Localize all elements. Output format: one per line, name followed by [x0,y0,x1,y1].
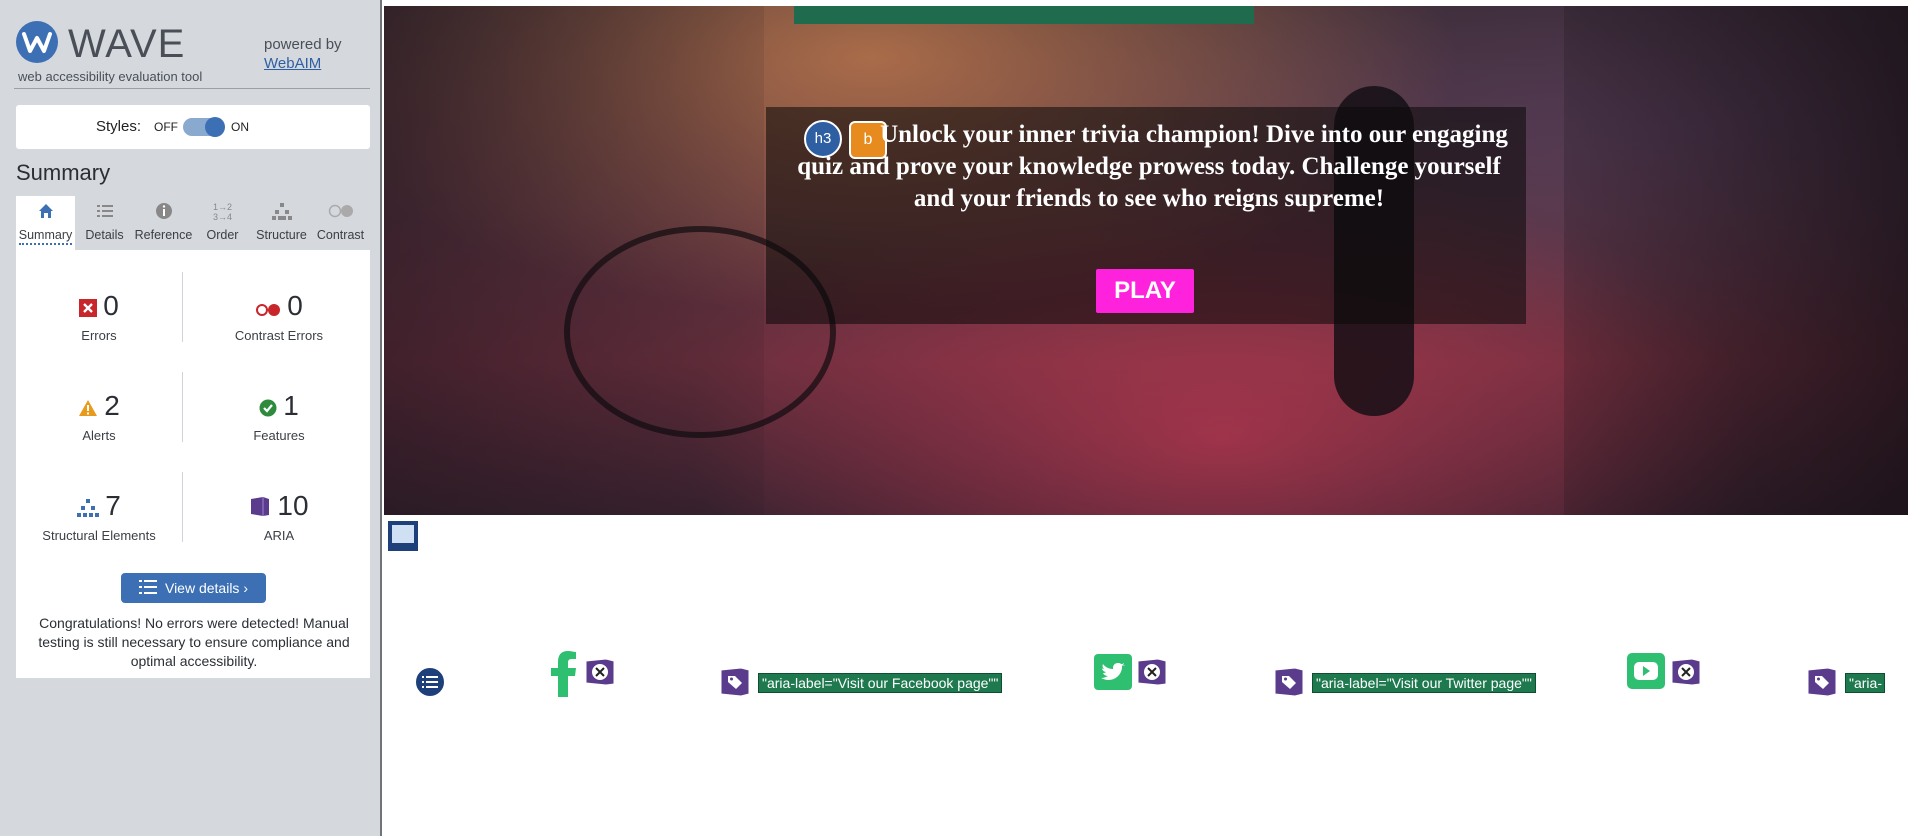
error-icon [79,292,98,324]
contrast-icon [311,202,370,224]
hero-banner: h3 b Unlock your inner trivia champion! … [384,6,1908,515]
view-details-button[interactable]: View details › [121,573,266,603]
structure-icon [77,492,100,524]
features-count: 1 [283,390,299,421]
wave-sidebar: WAVE web accessibility evaluation tool p… [0,0,382,836]
alert-icon [78,392,98,424]
aria-count: 10 [277,490,309,521]
feature-icon [259,392,277,424]
view-details-label: View details › [164,580,248,596]
contrast-error-icon [255,292,281,324]
aria-label-facebook: "aria-label="Visit our Facebook page"" [758,673,1003,693]
tab-label: Details [85,228,124,242]
home-icon [16,202,75,224]
tab-label: Structure [256,228,307,242]
tab-label: Summary [18,228,73,245]
hero-heading: Unlock your inner trivia champion! Dive … [784,119,1514,215]
aria-label-youtube: "aria- [1845,673,1885,693]
wave-tabs: Summary Details Reference 1→2 3→4 Order S… [16,196,370,250]
alerts-label: Alerts [82,427,116,443]
contrast-errors-count: 0 [287,290,303,321]
aria-hidden-icon[interactable] [584,657,616,692]
tab-structure[interactable]: Structure [252,196,311,250]
play-button[interactable]: PLAY [1096,269,1194,313]
list-icon [75,202,134,224]
powered-by-text: powered by [264,36,342,53]
tab-contrast[interactable]: Contrast [311,196,370,250]
tab-label: Order [206,228,239,242]
tab-label: Reference [134,228,193,242]
facebook-icon[interactable] [551,651,577,702]
wave-logo-text: WAVE [68,22,186,66]
structural-label: Structural Elements [42,527,156,543]
toggle-knob [205,117,225,137]
styles-on-label: ON [231,120,249,134]
divider [182,272,183,342]
hero-storefront [794,6,1254,24]
wave-logo-icon [16,21,58,63]
styles-toggle[interactable] [183,117,225,137]
aria-label-tag-icon[interactable] [1273,666,1305,703]
divider [182,472,183,542]
alerts-count: 2 [104,390,120,421]
tab-order[interactable]: 1→2 3→4 Order [193,196,252,250]
wave-header: WAVE web accessibility evaluation tool p… [14,18,370,89]
tab-details[interactable]: Details [75,196,134,250]
aria-label-twitter: "aria-label="Visit our Twitter page"" [1312,673,1536,693]
info-icon [134,202,193,224]
webaim-link[interactable]: WebAIM [264,55,321,72]
order-icon: 1→2 3→4 [212,202,232,222]
styles-off-label: OFF [154,120,178,134]
summary-title: Summary [16,160,111,185]
stat-alerts[interactable]: 2 Alerts [24,390,174,443]
stat-aria[interactable]: 10 ARIA [204,490,354,543]
stat-structural[interactable]: 7 Structural Elements [24,490,174,543]
errors-count: 0 [103,290,119,321]
errors-label: Errors [81,327,117,343]
stat-features[interactable]: 1 Features [204,390,354,443]
powered-by: powered by WebAIM [264,35,342,73]
aria-label: ARIA [263,527,295,543]
contrast-errors-label: Contrast Errors [234,327,324,343]
wave-list-icon[interactable] [414,666,446,703]
wave-subtitle: web accessibility evaluation tool [18,69,203,84]
hero-heading-text: Unlock your inner trivia champion! Dive … [797,121,1508,212]
aria-label-tag-icon[interactable] [719,666,751,703]
lower-section: "aria-label="Visit our Facebook page"" "… [384,515,1908,836]
wave-landmark-icon[interactable] [386,519,420,558]
aria-label-tag-icon[interactable] [1806,666,1838,703]
aria-hidden-icon[interactable] [1670,657,1702,692]
features-label: Features [253,427,305,443]
stat-contrast-errors[interactable]: 0 Contrast Errors [204,290,354,343]
aria-hidden-icon[interactable] [1136,657,1168,692]
structure-icon [252,202,311,224]
tab-summary[interactable]: Summary [16,196,75,250]
structural-count: 7 [105,490,121,521]
summary-panel: 0 Errors 0 Contrast Errors 2 Alerts 1 Fe… [16,250,370,678]
youtube-icon[interactable] [1627,653,1665,694]
list-icon [138,574,157,604]
tab-reference[interactable]: Reference [134,196,193,250]
stat-errors[interactable]: 0 Errors [24,290,174,343]
aria-icon [249,492,271,524]
styles-label: Styles: [96,118,142,135]
twitter-icon[interactable] [1094,654,1132,695]
styles-toggle-box: Styles: OFF ON [16,105,370,149]
tab-label: Contrast [316,228,365,242]
divider [182,372,183,442]
hero-shadow [1564,6,1908,515]
congrats-message: Congratulations! No errors were detected… [38,615,350,669]
